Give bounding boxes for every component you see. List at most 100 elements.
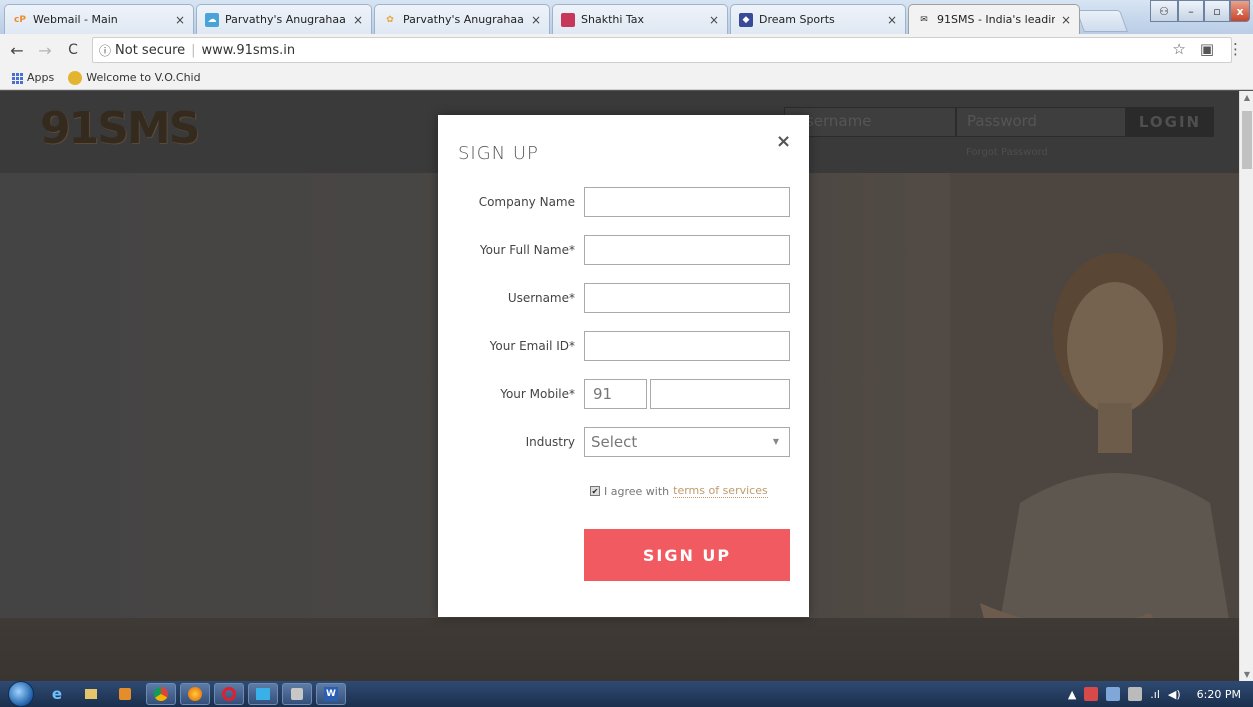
browser-tab-strip: cP Webmail - Main × ☁ Parvathy's Anugrah… <box>0 0 1253 34</box>
window-close-button[interactable]: x <box>1230 0 1250 22</box>
tab-parvathy-2[interactable]: ✿ Parvathy's Anugrahaa Int × <box>374 4 550 34</box>
bookmarks-bar: Apps Welcome to V.O.Chid <box>0 66 1253 90</box>
forgot-password-link[interactable]: Forgot Password <box>966 147 1048 158</box>
cpanel-icon: cP <box>14 14 26 25</box>
paint-icon[interactable] <box>282 683 312 705</box>
star-icon[interactable]: ☆ <box>1172 40 1185 58</box>
close-icon[interactable]: × <box>175 13 185 27</box>
system-tray: ▲ .ıl ◀) 6:20 PM <box>1068 681 1241 707</box>
chrome-icon[interactable] <box>146 683 176 705</box>
mobile-row: Your Mobile* 91 <box>438 379 809 409</box>
menu-icon[interactable]: ⋮ <box>1228 40 1243 58</box>
industry-label: Industry <box>525 435 575 449</box>
close-icon[interactable]: × <box>353 13 363 27</box>
close-icon[interactable]: × <box>776 131 791 152</box>
internet-explorer-icon[interactable]: e <box>42 683 72 705</box>
tab-webmail[interactable]: cP Webmail - Main × <box>4 4 194 34</box>
hero-footer-band <box>0 618 1239 681</box>
maximize-button[interactable]: ▫ <box>1204 0 1230 22</box>
username-input[interactable] <box>584 283 790 313</box>
scrollbar-thumb[interactable] <box>1242 111 1252 169</box>
email-row: Your Email ID* <box>438 331 809 361</box>
email-input[interactable] <box>584 331 790 361</box>
apps-grid-icon <box>12 72 23 84</box>
full-name-input[interactable] <box>584 235 790 265</box>
media-player-icon[interactable] <box>110 683 140 705</box>
terms-link[interactable]: terms of services <box>673 484 768 498</box>
bookmark-favicon-icon <box>68 70 83 85</box>
mail-icon: ✉ <box>920 14 928 25</box>
extension-icon[interactable]: ▣ <box>1200 40 1214 58</box>
close-icon[interactable]: × <box>887 13 897 27</box>
username-label: Username* <box>507 291 575 305</box>
tab-91sms[interactable]: ✉ 91SMS - India's leading × <box>908 4 1080 34</box>
login-username-field[interactable]: Username <box>784 107 956 137</box>
tab-shakthi-tax[interactable]: Shakthi Tax × <box>552 4 728 34</box>
address-bar[interactable]: ⓘ Not secure | www.91sms.in <box>92 37 1232 63</box>
agree-checkbox[interactable]: ✔ <box>590 486 600 496</box>
modal-title: SIGN UP <box>458 143 539 164</box>
clock[interactable]: 6:20 PM <box>1197 688 1241 701</box>
user-icon[interactable]: ⚇ <box>1150 0 1178 22</box>
file-explorer-icon[interactable] <box>76 683 106 705</box>
industry-row: Industry Select ▼ <box>438 427 809 457</box>
terms-agreement: ✔ I agree with terms of services <box>590 484 768 498</box>
back-arrow-icon[interactable]: ← <box>6 41 28 60</box>
tab-label: 91SMS - India's leading <box>937 13 1055 26</box>
login-button[interactable]: LOGIN <box>1126 107 1214 137</box>
hero-person-image <box>950 173 1239 681</box>
page-scrollbar[interactable]: ▲ ▼ <box>1239 91 1253 681</box>
close-icon[interactable]: × <box>709 13 719 27</box>
minimize-button[interactable]: – <box>1178 0 1204 22</box>
bookmark-item[interactable]: Welcome to V.O.Chid <box>68 70 201 85</box>
bookmark-label: Welcome to V.O.Chid <box>86 70 201 84</box>
industry-selected-value: Select <box>591 433 638 451</box>
fullname-row: Your Full Name* <box>438 235 809 265</box>
tab-label: Dream Sports <box>759 13 835 26</box>
mobile-label: Your Mobile* <box>500 387 575 401</box>
agree-text: I agree with <box>604 484 670 498</box>
fullname-label: Your Full Name* <box>479 243 575 257</box>
industry-select[interactable]: Select ▼ <box>584 427 790 457</box>
close-icon[interactable]: × <box>531 13 541 27</box>
tab-label: Shakthi Tax <box>581 13 645 26</box>
scroll-up-arrow-icon[interactable]: ▲ <box>1240 93 1253 102</box>
tab-label: Webmail - Main <box>33 13 118 26</box>
scroll-down-arrow-icon[interactable]: ▼ <box>1240 670 1253 679</box>
mobile-number-input[interactable] <box>650 379 790 409</box>
opera-icon[interactable] <box>214 683 244 705</box>
info-icon[interactable]: ⓘ <box>99 42 111 59</box>
tray-expand-icon[interactable]: ▲ <box>1068 688 1076 701</box>
security-label: Not secure <box>115 42 186 58</box>
network-icon[interactable] <box>1128 687 1143 701</box>
company-row: Company Name <box>438 187 809 217</box>
volume-icon[interactable]: ◀) <box>1168 688 1181 701</box>
start-button[interactable] <box>8 681 34 707</box>
new-tab-button[interactable] <box>1075 10 1129 32</box>
action-center-icon[interactable] <box>1106 687 1121 701</box>
site-logo[interactable]: 91SMS <box>40 103 200 154</box>
signup-submit-button[interactable]: SIGN UP <box>584 529 790 581</box>
country-code-input[interactable]: 91 <box>584 379 647 409</box>
close-icon[interactable]: × <box>1061 13 1071 27</box>
company-name-input[interactable] <box>584 187 790 217</box>
firefox-icon[interactable] <box>180 683 210 705</box>
forward-arrow-icon[interactable]: → <box>34 41 56 60</box>
word-icon[interactable]: W <box>316 683 346 705</box>
email-label: Your Email ID* <box>489 339 575 353</box>
login-password-field[interactable]: Password <box>956 107 1126 137</box>
reload-icon[interactable]: C <box>62 42 84 58</box>
signal-icon[interactable]: .ıl <box>1150 688 1160 701</box>
browser-toolbar: ← → C ⓘ Not secure | www.91sms.in ☆ ▣ ⋮ <box>0 34 1253 66</box>
tab-dream-sports[interactable]: ◆ Dream Sports × <box>730 4 906 34</box>
tray-app-icon[interactable] <box>1084 687 1099 701</box>
url-text: www.91sms.in <box>201 42 296 58</box>
apps-shortcut[interactable]: Apps <box>12 71 54 84</box>
tab-parvathy-1[interactable]: ☁ Parvathy's Anugrahaa Int × <box>196 4 372 34</box>
apps-label: Apps <box>27 71 55 84</box>
tab-label: Parvathy's Anugrahaa Int <box>225 13 347 26</box>
app-icon[interactable] <box>248 683 278 705</box>
signup-modal: SIGN UP × Company Name Your Full Name* U… <box>438 115 809 617</box>
tab-label: Parvathy's Anugrahaa Int <box>403 13 525 26</box>
document-icon <box>561 12 575 27</box>
